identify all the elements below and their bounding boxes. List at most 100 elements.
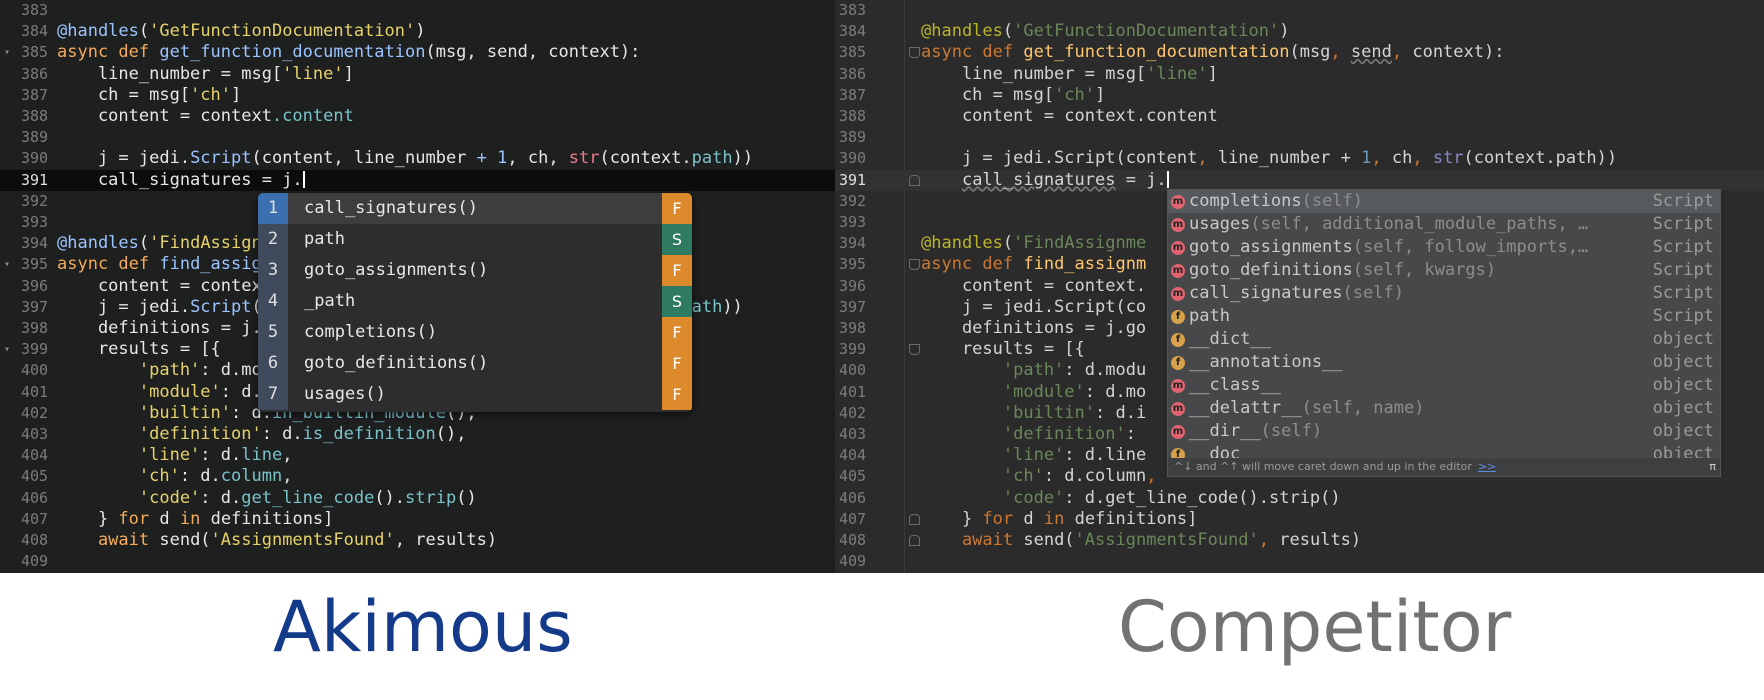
completion-name: usages	[1189, 214, 1251, 234]
completion-type: Script	[1652, 283, 1714, 303]
code-line[interactable]: 386 line_number = msg['line']	[0, 64, 835, 85]
completion-item[interactable]: 2 path S	[258, 224, 692, 255]
completion-item[interactable]: m usages(self, additional_module_paths, ……	[1168, 213, 1720, 236]
fold-arrow-icon[interactable]: ▾	[4, 254, 10, 275]
completion-label: __dir__(self)	[1189, 420, 1322, 443]
completion-item[interactable]: 3 goto_assignments() F	[258, 255, 692, 286]
fold-marker-icon[interactable]	[909, 344, 920, 356]
completion-item[interactable]: m goto_assignments(self, follow_imports,……	[1168, 236, 1720, 259]
fold-marker-icon[interactable]	[909, 535, 920, 546]
completion-index: 7	[258, 379, 288, 410]
code-line[interactable]: 389	[0, 127, 835, 148]
code-token: : d.line	[1064, 445, 1147, 466]
line-number: 383	[21, 1, 49, 19]
completion-item[interactable]: m completions(self) Script	[1168, 190, 1720, 213]
code-line[interactable]: 386 line_number = msg['line']	[835, 64, 1764, 85]
code-line[interactable]: 387 ch = msg['ch']	[0, 85, 835, 106]
code-token: content = contex	[57, 275, 262, 296]
fold-marker-icon[interactable]	[909, 47, 920, 59]
line-number: 406	[21, 488, 49, 507]
completion-label: __delattr__(self, name)	[1189, 397, 1424, 420]
code-token: ,	[282, 445, 293, 466]
completion-type-badge: S	[662, 286, 692, 317]
code-token: )	[1279, 21, 1290, 42]
completion-item[interactable]: m __class__ object	[1168, 374, 1720, 397]
code-line[interactable]: 383	[835, 0, 1764, 21]
completion-args: (self, follow_imports,…	[1352, 237, 1589, 257]
pi-icon[interactable]: π	[1709, 458, 1716, 476]
completion-item[interactable]: 4 _path S	[258, 286, 692, 317]
completion-item[interactable]: m __dir__(self) object	[1168, 420, 1720, 443]
competitor-editor[interactable]: 383 384 @handles('GetFunctionDocumentation…	[835, 0, 1764, 573]
completion-index: 2	[258, 224, 288, 255]
code-line[interactable]: 383	[0, 0, 835, 21]
code-token: content = context	[57, 106, 272, 126]
code-line[interactable]: 391 call_signatures = j.	[835, 169, 1764, 191]
code-token: 'builtin'	[921, 402, 1095, 423]
code-line[interactable]: 408 await send('AssignmentsFound', resul…	[835, 530, 1764, 551]
code-line[interactable]: 408 await send('AssignmentsFound', resul…	[0, 530, 835, 551]
fold-arrow-icon[interactable]: ▾	[4, 339, 10, 360]
completion-item[interactable]: f path Script	[1168, 305, 1720, 328]
code-text: } for d in definitions]	[921, 509, 1197, 530]
code-token: await	[921, 530, 1024, 550]
line-number: 409	[21, 552, 49, 571]
code-line[interactable]: 389	[835, 127, 1764, 148]
fold-marker-icon[interactable]	[909, 513, 920, 525]
completion-item[interactable]: 7 usages() F	[258, 379, 692, 410]
code-token: : d.modu	[1064, 360, 1147, 381]
code-token: : d.	[200, 487, 242, 508]
code-line[interactable]: 391 call_signatures = j.	[0, 169, 835, 191]
line-number: 402	[21, 403, 49, 422]
akimous-editor[interactable]: 383 384 @handles('GetFunctionDocumentation…	[0, 0, 835, 573]
fold-marker-icon[interactable]	[909, 174, 920, 186]
line-number: 403	[839, 425, 867, 443]
line-number: 388	[839, 107, 867, 125]
code-line[interactable]: 384 @handles('GetFunctionDocumentation')	[0, 21, 835, 42]
completion-item[interactable]: m call_signatures(self) Script	[1168, 282, 1720, 305]
line-number: 385	[21, 43, 49, 62]
code-line[interactable]: 385 ▾ async def get_function_documentation…	[0, 42, 835, 63]
hint-more-link[interactable]: >>	[1478, 460, 1496, 473]
code-line[interactable]: 407 } for d in definitions]	[0, 509, 835, 530]
line-number: 402	[839, 403, 867, 422]
completion-type: Script	[1652, 214, 1714, 234]
code-token: 'builtin'	[57, 402, 231, 423]
code-line[interactable]: 388 content = context.content	[0, 106, 835, 127]
code-line[interactable]: 404 'line': d.line,	[0, 445, 835, 466]
code-line[interactable]: 407 } for d in definitions]	[835, 509, 1764, 530]
code-token: , results)	[394, 530, 498, 550]
code-line[interactable]: 409	[0, 551, 835, 572]
completion-item[interactable]: 5 completions() F	[258, 317, 692, 348]
code-token: 'GetFunctionDocumentation'	[149, 21, 416, 42]
code-token: 'code'	[921, 487, 1065, 508]
completion-item[interactable]: 1 call_signatures() F	[258, 193, 692, 224]
code-line[interactable]: 405 'ch': d.column,	[0, 466, 835, 487]
code-line[interactable]: 409	[835, 551, 1764, 572]
line-number: 408	[21, 531, 49, 549]
completion-item[interactable]: m goto_definitions(self, kwargs) Script	[1168, 259, 1720, 282]
code-line[interactable]: 390 j = jedi.Script(content, line_number…	[835, 148, 1764, 169]
code-line[interactable]: 403 'definition': d.is_definition(),	[0, 424, 835, 445]
code-line[interactable]: 385 async def get_function_documentation(…	[835, 42, 1764, 63]
completion-item[interactable]: 6 goto_definitions() F	[258, 348, 692, 379]
completion-item[interactable]: m __delattr__(self, name) object	[1168, 397, 1720, 420]
completion-type: object	[1652, 421, 1714, 441]
code-line[interactable]: 388 content = context.content	[835, 106, 1764, 127]
code-line[interactable]: 387 ch = msg['ch']	[835, 85, 1764, 106]
completion-item[interactable]: f __dict__ object	[1168, 328, 1720, 351]
completion-name: __class__	[1189, 375, 1282, 395]
code-line[interactable]: 384 @handles('GetFunctionDocumentation')	[835, 21, 1764, 42]
completion-item[interactable]: f __annotations__ object	[1168, 351, 1720, 374]
fold-arrow-icon[interactable]: ▾	[4, 42, 10, 63]
code-token: strip	[405, 487, 457, 508]
fold-marker-icon[interactable]	[909, 259, 920, 271]
code-token: @handles	[57, 21, 139, 42]
completion-index: 4	[258, 286, 288, 317]
code-token: + 1	[476, 148, 508, 169]
code-line[interactable]: 406 'code': d.get_line_code().strip()	[835, 488, 1764, 509]
code-line[interactable]: 406 'code': d.get_line_code().strip()	[0, 488, 835, 509]
completion-label: path	[1189, 305, 1230, 328]
code-token: str	[568, 148, 600, 169]
code-line[interactable]: 390 j = jedi.Script(content, line_number…	[0, 148, 835, 169]
